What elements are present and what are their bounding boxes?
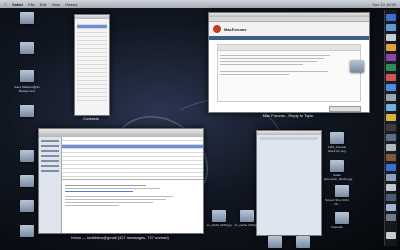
dock-item-icon[interactable] — [386, 214, 396, 221]
dock-item-icon[interactable] — [386, 34, 396, 41]
list-item[interactable] — [260, 145, 318, 148]
desktop-icon-label: 1181_Female Mock Up.png — [327, 145, 347, 153]
forum-site-name: MacForums — [224, 26, 247, 32]
dock-item-icon[interactable] — [386, 164, 396, 171]
dock-item-icon[interactable] — [386, 94, 396, 101]
list-item[interactable] — [260, 177, 318, 180]
file-icon[interactable] — [20, 150, 34, 162]
dock-item-icon[interactable] — [386, 44, 396, 51]
dock-item-icon[interactable] — [386, 184, 396, 191]
file-icon — [20, 12, 34, 24]
desktop-icon-label: sc_cache 1109.jpg — [206, 223, 232, 227]
contacts-caption: Contacts — [83, 116, 99, 121]
dock-item-icon[interactable] — [386, 64, 396, 71]
contacts-window[interactable] — [74, 14, 110, 116]
dock-item-icon[interactable] — [386, 174, 396, 181]
file-icon[interactable] — [20, 70, 34, 82]
list-item[interactable] — [260, 197, 318, 200]
dock-item-icon[interactable] — [386, 14, 396, 21]
list-item[interactable] — [260, 137, 318, 140]
reply-editor[interactable] — [217, 44, 361, 102]
list-item[interactable] — [260, 149, 318, 152]
forum-browser-window[interactable]: MacForums — [208, 12, 370, 113]
file-icon[interactable] — [296, 236, 310, 248]
message-preview — [62, 180, 203, 211]
dock-item-icon[interactable] — [386, 134, 396, 141]
list-item[interactable] — [260, 153, 318, 156]
file-icon[interactable] — [240, 210, 254, 222]
forum-logo-icon — [213, 25, 221, 33]
dock-item-icon[interactable] — [386, 114, 396, 121]
submit-reply-button[interactable] — [329, 106, 361, 112]
list-item[interactable] — [260, 173, 318, 176]
list-item[interactable] — [260, 141, 318, 144]
file-icon[interactable] — [335, 185, 349, 197]
file-icon[interactable] — [335, 212, 349, 224]
menu-history[interactable]: History — [65, 2, 77, 7]
dock-item-icon[interactable] — [386, 104, 396, 111]
file-icon[interactable] — [330, 160, 344, 172]
file-icon[interactable] — [20, 200, 34, 212]
file-icon[interactable] — [20, 175, 34, 187]
list-item[interactable] — [260, 193, 318, 196]
list-item[interactable] — [260, 157, 318, 160]
dock-item-icon[interactable] — [386, 84, 396, 91]
dock — [384, 10, 397, 246]
file-icon[interactable] — [212, 210, 226, 222]
mail-titlebar[interactable] — [39, 129, 203, 137]
forum-header: MacForums — [209, 22, 369, 36]
desktop-icon-label: sc_cache 1109.jpg — [234, 223, 260, 227]
forum-nav-bar — [209, 36, 369, 40]
list-item[interactable] — [260, 185, 318, 188]
file-icon[interactable] — [20, 105, 34, 117]
menu-edit[interactable]: Edit — [40, 2, 47, 7]
apple-icon[interactable]:  — [4, 2, 7, 7]
desktop-icon-label: Safari Extension_Mocks.jpg — [324, 173, 353, 181]
file-icon[interactable] — [268, 236, 282, 248]
list-item[interactable] — [260, 181, 318, 184]
desktop-icon-label: Fastrack — [331, 225, 343, 229]
forum-caption: Mac Forums - Reply to Topic — [262, 113, 314, 118]
list-item[interactable] — [260, 165, 318, 168]
dock-item-icon[interactable] — [386, 74, 396, 81]
list-item[interactable] — [77, 97, 107, 101]
list-item[interactable] — [260, 189, 318, 192]
menu-view[interactable]: View — [51, 2, 60, 7]
trash-icon[interactable] — [386, 232, 396, 239]
file-icon[interactable] — [20, 225, 34, 237]
menu-bar:  Safari File Edit View History Sun 13 1… — [0, 0, 400, 8]
menu-file[interactable]: File — [28, 2, 34, 7]
dock-item-icon[interactable] — [386, 204, 396, 211]
editor-text-area[interactable] — [218, 51, 360, 79]
file-icon[interactable] — [350, 60, 364, 72]
list-item[interactable] — [260, 169, 318, 172]
desktop-icon-label: Gaze Matched@2x Background — [14, 85, 40, 93]
itunes-sidebar[interactable] — [257, 135, 321, 203]
dock-item-icon[interactable] — [386, 144, 396, 151]
dock-item-icon[interactable] — [386, 194, 396, 201]
dock-item-icon[interactable] — [386, 124, 396, 131]
mail-window[interactable] — [38, 128, 204, 234]
file-icon[interactable] — [20, 42, 34, 54]
menu-clock: Sun 13 16:59 — [372, 1, 396, 7]
list-item[interactable] — [260, 161, 318, 164]
menu-app[interactable]: Safari — [12, 2, 23, 7]
table-row[interactable] — [62, 173, 203, 177]
dock-item-icon[interactable] — [386, 154, 396, 161]
mail-caption: Inbox — lookitsbo@gmail (427 messages, 7… — [71, 235, 169, 240]
itunes-window[interactable] — [256, 130, 322, 236]
dock-item-icon[interactable] — [386, 24, 396, 31]
message-list[interactable] — [62, 137, 203, 180]
file-icon[interactable] — [330, 132, 344, 144]
dock-item-icon[interactable] — [386, 54, 396, 61]
mail-sidebar[interactable] — [39, 137, 62, 233]
desktop-icon-label: Screen Shot 2011 10... — [325, 198, 349, 206]
contacts-list[interactable] — [75, 19, 109, 103]
